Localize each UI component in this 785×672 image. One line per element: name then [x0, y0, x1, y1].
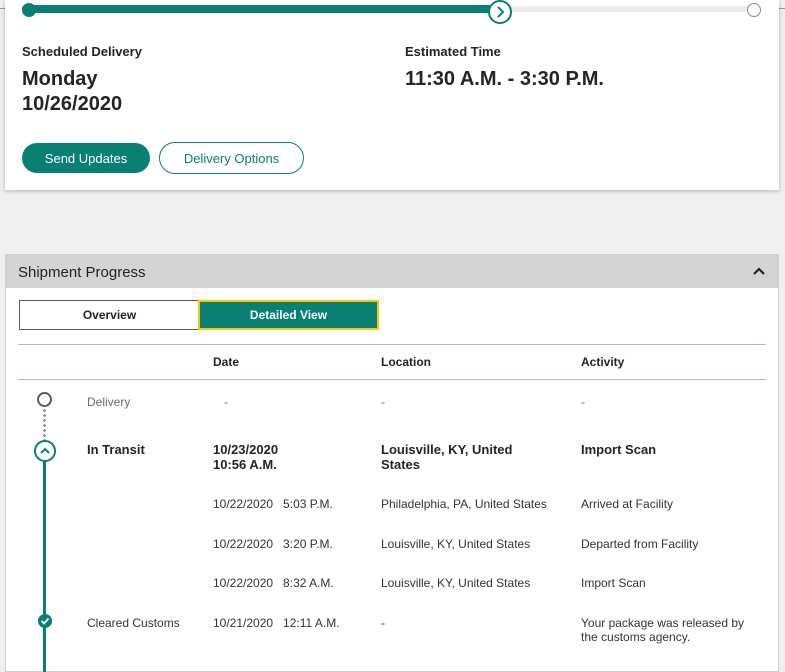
timeline-node-current[interactable] [34, 440, 56, 462]
tab-overview[interactable]: Overview [19, 300, 199, 330]
row-status: Cleared Customs [87, 616, 180, 630]
progress-current-marker [488, 0, 512, 24]
column-header-location: Location [381, 355, 431, 369]
row-location: Louisville, KY, United [381, 442, 513, 457]
timeline-node-pending [37, 392, 52, 407]
progress-fill [22, 5, 500, 13]
chevron-right-icon [497, 6, 505, 18]
scheduled-delivery-label: Scheduled Delivery [22, 44, 142, 59]
tab-detailed-view[interactable]: Detailed View [198, 300, 379, 330]
row-activity: Arrived at Facility [581, 497, 674, 511]
panel-header[interactable]: Shipment Progress [6, 255, 778, 288]
row-location: Louisville, KY, United States [381, 576, 531, 590]
timeline-node-complete [38, 614, 52, 628]
row-activity-cont: the customs agency. [581, 630, 691, 644]
panel-title: Shipment Progress [18, 264, 146, 281]
row-date: 10/21/2020 12:11 A.M. [213, 616, 340, 630]
column-header-date: Date [213, 355, 240, 369]
row-location: - [381, 395, 385, 409]
row-location: - [381, 616, 385, 630]
row-date: 10/22/2020 8:32 A.M. [213, 576, 334, 590]
chevron-up-icon [40, 447, 50, 454]
timeline-line [43, 452, 46, 672]
progress-start-node [22, 3, 36, 17]
row-time: 10:56 A.M. [213, 457, 277, 472]
progress-end-node [747, 3, 761, 17]
row-date: 10/22/2020 5:03 P.M. [213, 497, 333, 511]
column-header-activity: Activity [581, 355, 625, 369]
table-top-rule [18, 344, 766, 345]
row-location: Louisville, KY, United States [381, 537, 531, 551]
chevron-up-icon[interactable] [751, 264, 767, 278]
table-header-rule [18, 379, 766, 380]
delivery-options-button[interactable]: Delivery Options [159, 142, 304, 174]
estimated-time-label: Estimated Time [405, 44, 501, 59]
timeline-dotted-connector [43, 408, 46, 442]
row-activity: Import Scan [581, 576, 646, 590]
row-date: 10/23/2020 [213, 442, 279, 457]
row-location-cont: States [381, 457, 421, 472]
send-updates-button[interactable]: Send Updates [22, 143, 150, 173]
row-status: Delivery [87, 395, 131, 409]
row-activity: - [581, 395, 585, 409]
delivery-day: Monday [22, 68, 98, 90]
checkmark-icon [40, 617, 50, 625]
row-location: Philadelphia, PA, United States [381, 497, 547, 511]
row-status: In Transit [87, 442, 145, 457]
row-date: - [224, 395, 228, 409]
row-activity: Import Scan [581, 442, 657, 457]
row-date: 10/22/2020 3:20 P.M. [213, 537, 333, 551]
row-activity: Departed from Facility [581, 537, 699, 551]
estimated-time-window: 11:30 A.M. - 3:30 P.M. [405, 68, 604, 90]
row-activity: Your package was released by [581, 616, 744, 630]
delivery-date: 10/26/2020 [22, 93, 123, 115]
